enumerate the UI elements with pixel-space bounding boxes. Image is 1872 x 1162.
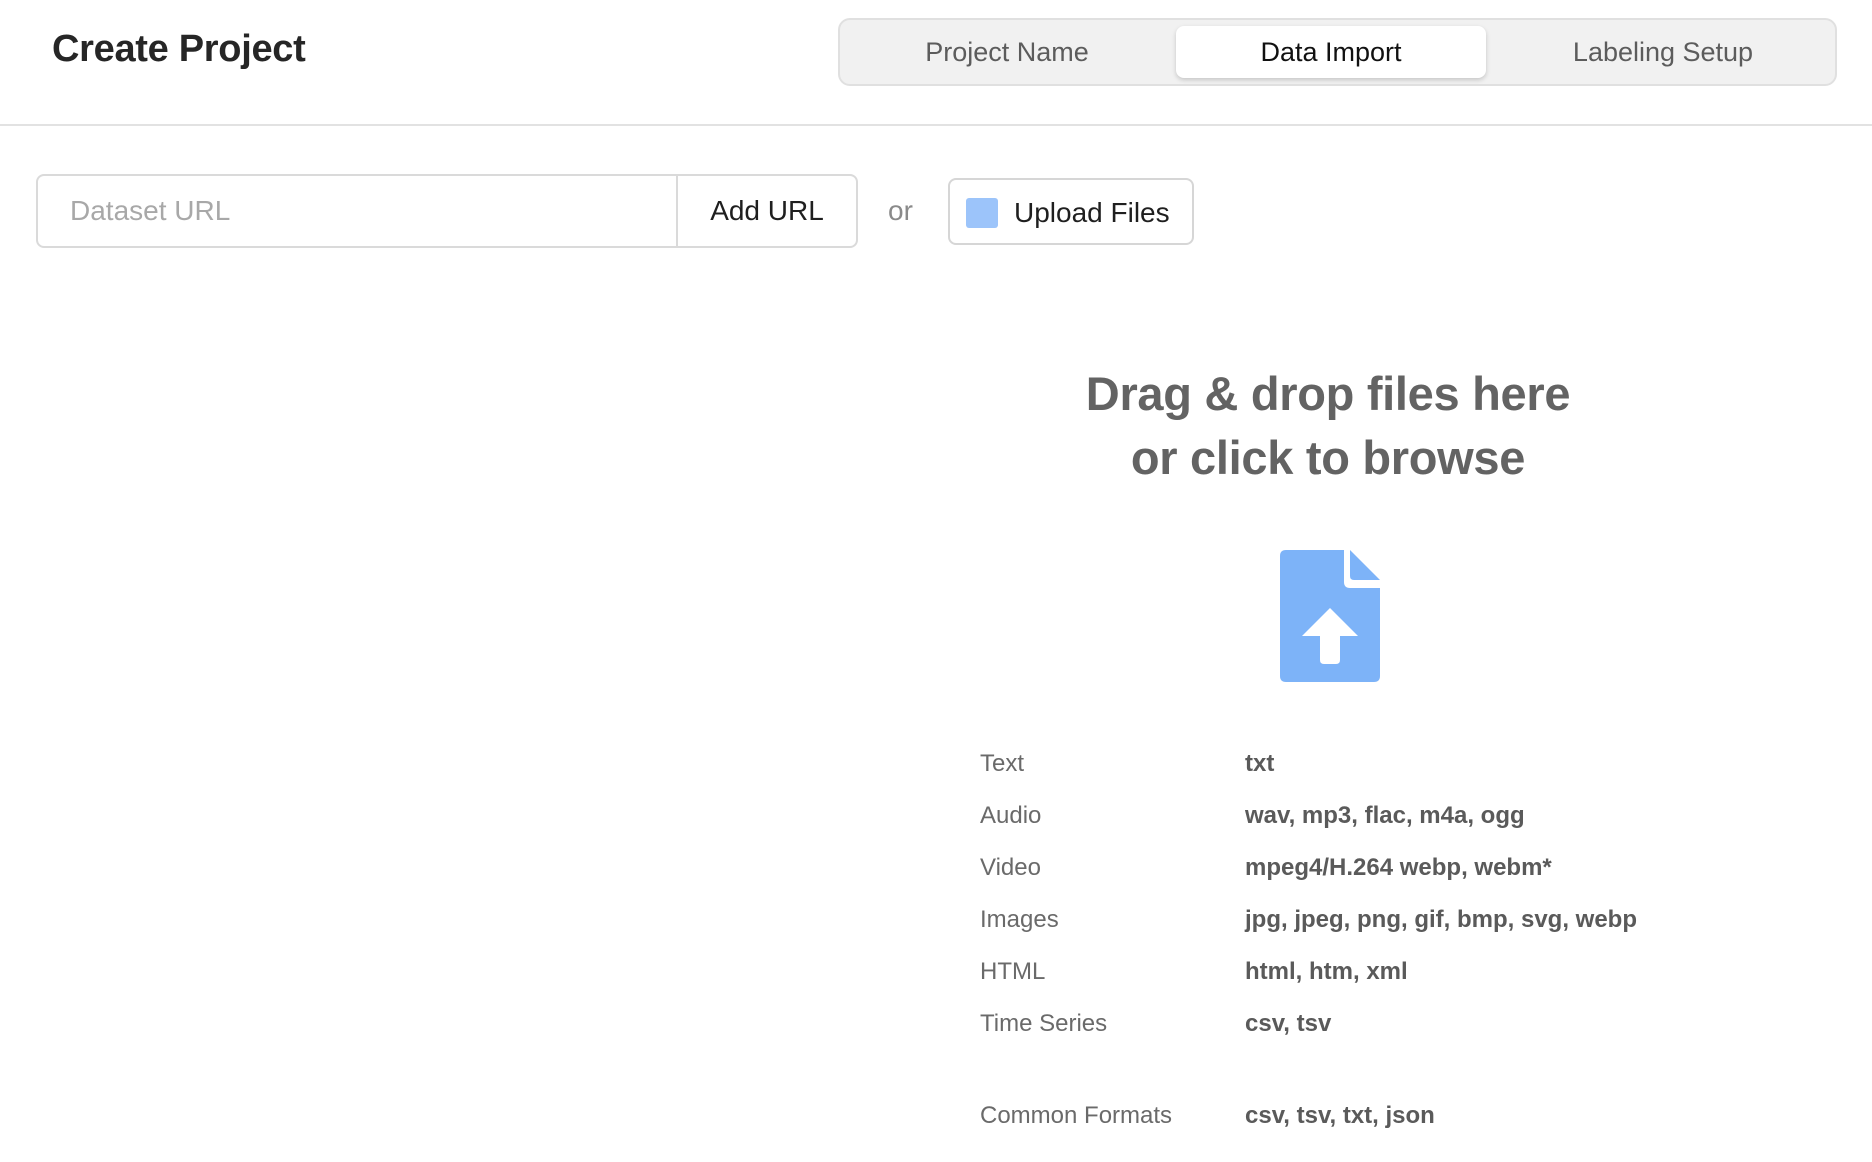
format-row-html: HTML html, htm, xml — [980, 958, 1740, 998]
dataset-url-input[interactable] — [38, 176, 676, 246]
upload-files-label: Upload Files — [1014, 197, 1170, 228]
dataset-url-group: Add URL — [36, 174, 858, 248]
format-row-images: Images jpg, jpeg, png, gif, bmp, svg, we… — [980, 906, 1740, 946]
format-row-audio: Audio wav, mp3, flac, m4a, ogg — [980, 802, 1740, 842]
step-tabs: Project Name Data Import Labeling Setup — [838, 18, 1837, 86]
upload-icon — [966, 198, 998, 228]
header: Create Project Project Name Data Import … — [0, 0, 1872, 126]
add-url-button[interactable]: Add URL — [676, 176, 856, 246]
format-row-video: Video mpeg4/H.264 webp, webm* — [980, 854, 1740, 894]
page-title: Create Project — [52, 28, 306, 70]
upload-files-button[interactable]: Upload Files — [948, 178, 1194, 245]
tab-labeling-setup[interactable]: Labeling Setup — [1500, 26, 1826, 78]
format-extensions: wav, mp3, flac, m4a, ogg — [1245, 802, 1525, 829]
format-name: Common Formats — [980, 1102, 1173, 1129]
format-row-common: Common Formats csv, tsv, txt, json — [980, 1102, 1740, 1142]
format-name: Time Series — [980, 1010, 1108, 1037]
format-name: HTML — [980, 958, 1046, 985]
format-row-time-series: Time Series csv, tsv — [980, 1010, 1740, 1050]
format-name: Text — [980, 750, 1025, 777]
tab-data-import[interactable]: Data Import — [1176, 26, 1486, 78]
format-extensions: mpeg4/H.264 webp, webm* — [1245, 854, 1552, 881]
dropzone-title-line1: Drag & drop files here — [1085, 367, 1571, 420]
format-extensions: csv, tsv — [1245, 1010, 1332, 1037]
format-name: Video — [980, 854, 1041, 881]
file-upload-icon[interactable] — [1280, 550, 1380, 682]
format-row-text: Text txt — [980, 750, 1740, 790]
dropzone-title-line2: or click to browse — [1130, 431, 1526, 484]
or-separator: or — [888, 195, 913, 226]
format-name: Audio — [980, 802, 1042, 829]
tab-project-name[interactable]: Project Name — [852, 26, 1162, 78]
format-extensions: csv, tsv, txt, json — [1245, 1102, 1435, 1129]
format-extensions: txt — [1245, 750, 1275, 777]
format-extensions: html, htm, xml — [1245, 958, 1408, 985]
format-name: Images — [980, 906, 1059, 933]
dropzone-title[interactable]: Drag & drop files here or click to brows… — [978, 362, 1678, 490]
format-extensions: jpg, jpeg, png, gif, bmp, svg, webp — [1245, 906, 1637, 933]
